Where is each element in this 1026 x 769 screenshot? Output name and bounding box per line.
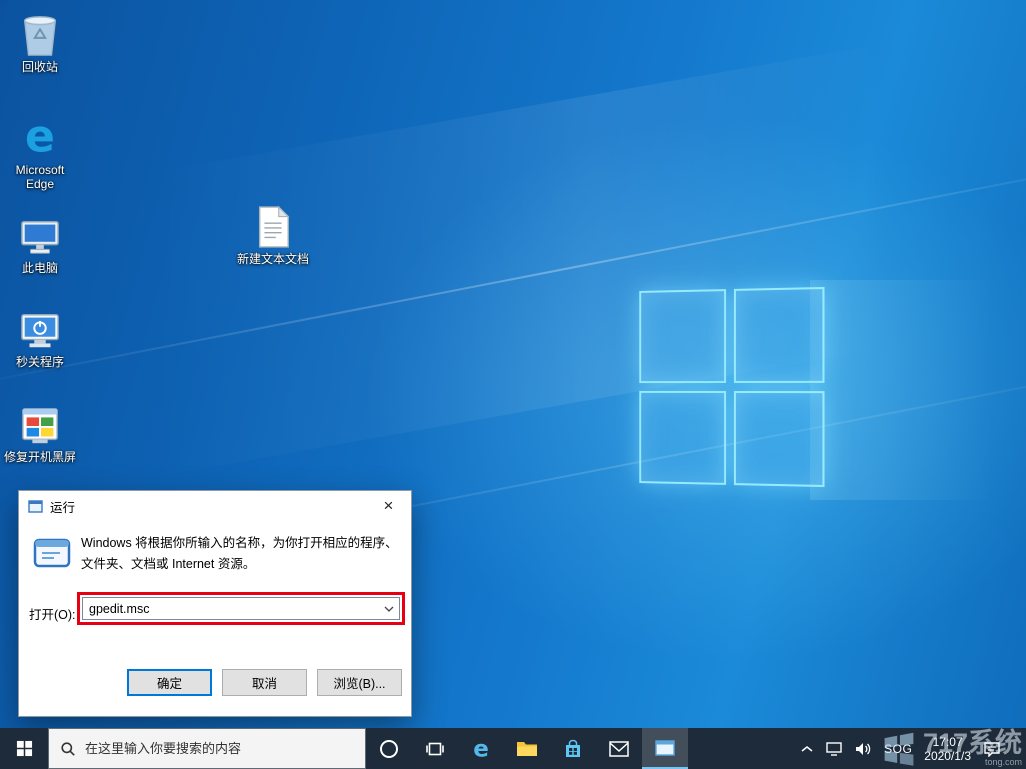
action-center-icon xyxy=(984,741,1000,757)
taskbar-file-explorer-button[interactable] xyxy=(504,728,550,769)
mail-icon xyxy=(609,740,629,757)
dialog-title: 运行 xyxy=(50,500,76,515)
taskbar-edge-button[interactable]: e xyxy=(458,728,504,769)
system-tray: SOG 17:07 2020/1/3 xyxy=(800,728,1026,769)
desktop-icon-this-pc[interactable]: 此电脑 xyxy=(2,212,78,275)
edge-icon: e xyxy=(473,737,489,761)
edge-icon: e xyxy=(17,114,63,160)
dialog-buttons: 确定 取消 浏览(B)... xyxy=(127,669,402,696)
desktop-icon-label: Microsoft Edge xyxy=(15,163,65,191)
search-icon xyxy=(60,741,76,757)
taskbar-run-dialog-button[interactable] xyxy=(642,728,688,769)
quick-close-program-icon xyxy=(17,306,63,352)
ime-indicator[interactable]: SOG xyxy=(884,742,912,756)
desktop-icon-label: 修复开机黑屏 xyxy=(3,450,76,464)
run-icon xyxy=(32,537,74,571)
taskbar-task-view-button[interactable] xyxy=(412,728,458,769)
text-document-icon xyxy=(254,203,292,249)
tray-expand-button[interactable] xyxy=(800,744,814,754)
chevron-up-icon xyxy=(801,745,813,752)
windows-start-icon xyxy=(16,740,32,757)
svg-text:e: e xyxy=(473,737,489,761)
run-dialog-titlebar[interactable]: 运行 × xyxy=(19,491,411,521)
task-view-icon xyxy=(426,742,444,755)
run-description: Windows 将根据你所输入的名称，为你打开相应的程序、 文件夹、文档或 In… xyxy=(81,536,398,571)
store-icon xyxy=(566,739,580,757)
desktop-icon-label: 新建文本文档 xyxy=(236,252,309,266)
desktop-icon-label: 此电脑 xyxy=(21,261,58,275)
desktop-icon-label: 回收站 xyxy=(21,60,58,74)
window-icon xyxy=(655,739,675,756)
desktop-icon-fix-black-screen[interactable]: 修复开机黑屏 xyxy=(2,401,78,464)
action-center-button[interactable] xyxy=(983,741,1001,757)
start-button[interactable] xyxy=(0,728,48,769)
open-label: 打开(O): xyxy=(29,608,76,622)
browse-button[interactable]: 浏览(B)... xyxy=(317,669,402,696)
annotation-highlight-box: gpedit.msc xyxy=(77,592,405,625)
svg-text:e: e xyxy=(25,114,55,160)
taskbar-cortana-button[interactable] xyxy=(366,728,412,769)
desktop-icon-new-text-document[interactable]: 新建文本文档 xyxy=(235,203,311,266)
clock-time: 17:07 xyxy=(932,734,963,749)
run-command-combobox[interactable]: gpedit.msc xyxy=(82,597,400,620)
taskbar-clock[interactable]: 17:07 2020/1/3 xyxy=(924,735,971,763)
clock-date: 2020/1/3 xyxy=(924,748,971,763)
this-pc-icon xyxy=(17,212,63,258)
desktop-icon-label: 秒关程序 xyxy=(15,355,64,369)
desktop-icon-recycle-bin[interactable]: 回收站 xyxy=(2,11,78,74)
taskbar-mail-button[interactable] xyxy=(596,728,642,769)
ok-button[interactable]: 确定 xyxy=(127,669,212,696)
desktop-icon-microsoft-edge[interactable]: e Microsoft Edge xyxy=(2,114,78,191)
taskbar: e xyxy=(0,728,1026,769)
cortana-icon xyxy=(380,739,398,758)
close-icon[interactable]: × xyxy=(366,491,411,521)
cancel-button[interactable]: 取消 xyxy=(222,669,307,696)
search-input[interactable] xyxy=(85,741,354,756)
run-command-value: gpedit.msc xyxy=(89,601,150,616)
network-icon[interactable] xyxy=(826,741,842,756)
recycle-bin-icon xyxy=(19,11,61,57)
chevron-down-icon[interactable] xyxy=(379,606,399,612)
fix-black-screen-icon xyxy=(17,401,63,447)
taskbar-store-button[interactable] xyxy=(550,728,596,769)
taskbar-search-box[interactable] xyxy=(48,728,366,769)
file-explorer-icon xyxy=(517,741,537,756)
volume-icon[interactable] xyxy=(854,741,872,757)
run-window-icon xyxy=(28,499,43,513)
run-dialog: 运行 × Windows 将根据你所输入的名称，为你打开相应的程序、 文件夹、文… xyxy=(18,490,412,717)
desktop-icon-quick-close[interactable]: 秒关程序 xyxy=(2,306,78,369)
